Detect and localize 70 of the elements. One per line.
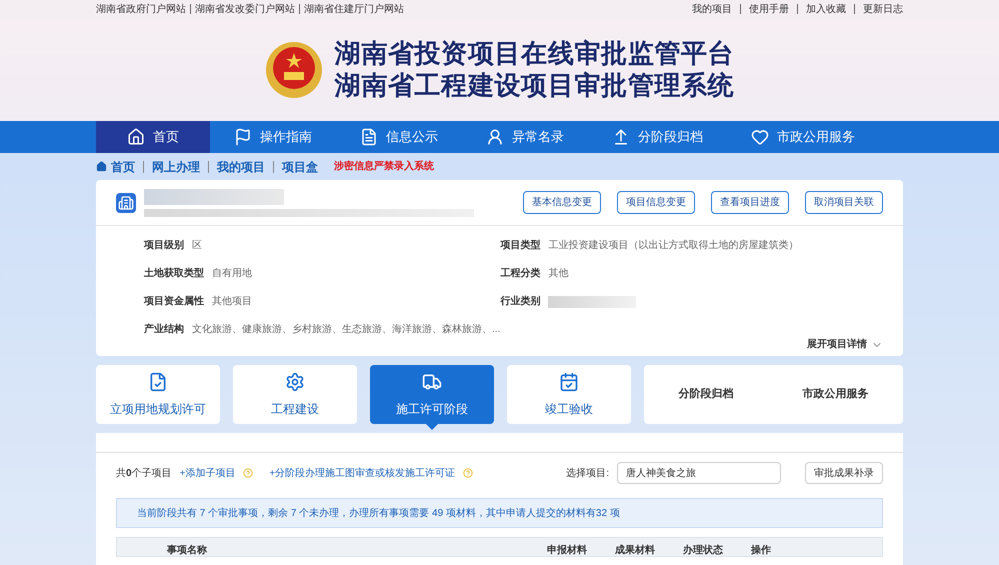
project-select-field[interactable]: 唐人神美食之旅: [617, 462, 781, 484]
flag-icon: [234, 128, 252, 146]
field-value: 文化旅游、健康旅游、乡村旅游、生态旅游、海洋旅游、森林旅游、...: [192, 322, 500, 337]
nav-tab[interactable]: 首页: [96, 121, 210, 153]
field-value: 其他项目: [212, 294, 252, 309]
document-icon: [360, 128, 378, 146]
breadcrumb-link[interactable]: 项目盒: [282, 158, 318, 176]
supplement-button[interactable]: 审批成果补录: [805, 462, 883, 484]
nav-tab[interactable]: 操作指南: [210, 121, 336, 153]
field-label: 项目类型: [500, 238, 540, 253]
notice-text: 当前阶段共有 7 个审批事项，剩余 7 个未办理，办理所有事项需要 49 项材料，其中申请人提交的材料有32 项: [137, 506, 620, 520]
home-icon: [96, 161, 107, 172]
emblem-icon: [264, 40, 323, 100]
person-icon: [486, 128, 504, 146]
upload-icon: [612, 128, 630, 146]
top-link[interactable]: 湖南省住建厅门户网站: [304, 2, 404, 16]
site-title: 湖南省投资项目在线审批监管平台: [334, 38, 734, 70]
home-icon: [127, 128, 145, 146]
column-header: 成果材料: [615, 544, 656, 556]
gear-icon: [285, 372, 305, 392]
stage-tab[interactable]: 工程建设: [233, 365, 357, 424]
nav-tab[interactable]: 分阶段归档: [588, 121, 727, 153]
document-icon: [148, 372, 168, 392]
action-button[interactable]: 项目信息变更: [617, 191, 695, 214]
add-subproject-link[interactable]: +添加子项目: [180, 466, 236, 480]
breadcrumb-link[interactable]: 网上办理: [152, 158, 200, 176]
vehicle-icon: [422, 372, 442, 392]
help-icon: [463, 468, 474, 478]
stage-tab[interactable]: 竣工验收: [507, 365, 631, 424]
field-value: 自有用地: [212, 266, 252, 281]
field-label: 项目资金属性: [144, 294, 204, 309]
action-button[interactable]: 取消项目关联: [805, 191, 883, 214]
action-button[interactable]: 查看项目进度: [711, 191, 789, 214]
column-header: 办理状态: [683, 544, 724, 556]
top-link[interactable]: 我的项目: [692, 2, 732, 16]
field-label: 行业类别: [500, 294, 540, 309]
site-title: 湖南省工程建设项目审批管理系统: [334, 70, 734, 101]
column-header: 申报材料: [547, 544, 588, 556]
field-label: 工程分类: [500, 266, 540, 281]
heart-icon: [751, 128, 769, 146]
nav-tab[interactable]: 信息公示: [336, 121, 462, 153]
column-header: 操作: [751, 544, 772, 556]
calendar-icon: [559, 372, 579, 392]
field-value: 其他: [548, 266, 568, 281]
warning-text: 涉密信息严禁录入系统: [334, 160, 434, 174]
top-link[interactable]: 湖南省政府门户网站: [96, 2, 186, 16]
stage-link[interactable]: 分阶段归档: [678, 386, 734, 403]
field-value: 区: [192, 239, 202, 253]
field-label: 项目级别: [144, 238, 184, 253]
nav-tab[interactable]: 市政公用服务: [727, 121, 879, 153]
top-link[interactable]: 使用手册: [749, 2, 789, 16]
field-label: 土地获取类型: [144, 266, 204, 281]
breadcrumb-link[interactable]: 我的项目: [217, 158, 265, 176]
action-button[interactable]: 基本信息变更: [523, 191, 601, 214]
expand-details-button[interactable]: 展开项目详情: [807, 337, 883, 352]
breadcrumb-link[interactable]: 首页: [96, 158, 135, 176]
top-link[interactable]: 更新日志: [863, 2, 903, 16]
help-icon: [243, 468, 254, 478]
nav-tab[interactable]: 异常名录: [462, 121, 588, 153]
top-link[interactable]: 湖南省发改委门户网站: [195, 2, 295, 16]
stage-tab[interactable]: 立项用地规划许可: [96, 365, 220, 424]
subproject-count: 共0个子项目: [116, 466, 172, 480]
field-value: 工业投资建设项目（以出让方式取得土地的房屋建筑类）: [548, 238, 798, 253]
stage-link[interactable]: 市政公用服务: [802, 386, 868, 403]
building-icon: [116, 192, 136, 212]
top-link[interactable]: 加入收藏: [806, 2, 846, 16]
stage-process-link[interactable]: +分阶段办理施工图审查或核发施工许可证: [269, 466, 456, 480]
field-label: 产业结构: [144, 322, 184, 337]
column-header: 事项名称: [167, 544, 208, 556]
select-label: 选择项目:: [566, 466, 609, 480]
